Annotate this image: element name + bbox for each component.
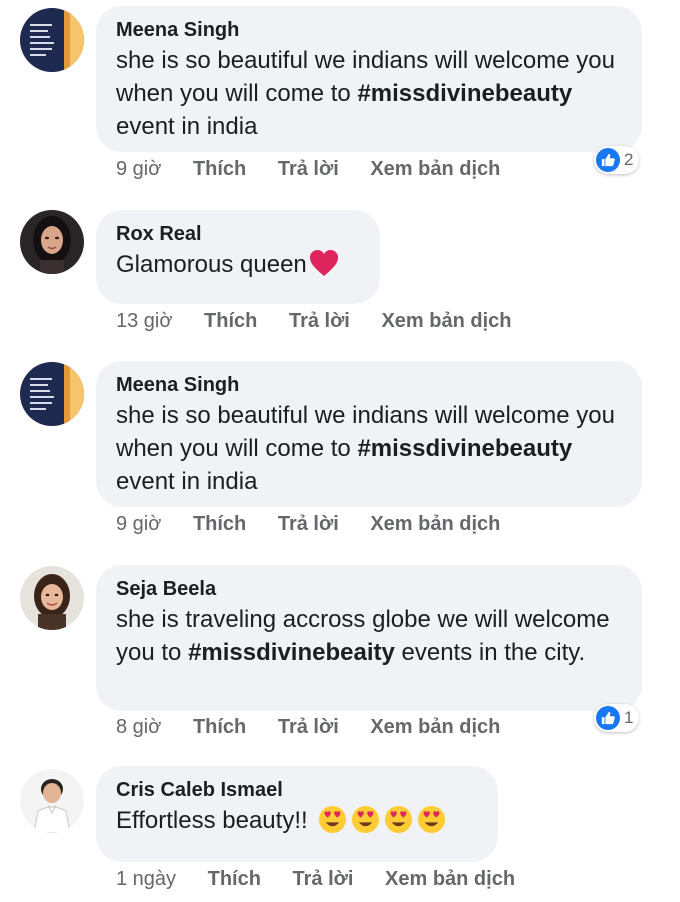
book-cover-avatar-icon — [20, 362, 84, 426]
like-reaction-icon — [596, 706, 620, 730]
avatar[interactable] — [20, 210, 84, 274]
comment-actions: 8 giờ Thích Trả lời Xem bản dịch — [116, 716, 526, 739]
comment-timestamp[interactable]: 8 giờ — [116, 716, 161, 738]
comment-author[interactable]: Meena Singh — [116, 373, 622, 397]
hashtag-link[interactable]: #missdivinebeaity — [188, 639, 395, 666]
heart-eyes-emoji-icon — [418, 805, 446, 834]
heart-eyes-emoji-icon — [385, 805, 413, 834]
comment-bubble: Seja Beela she is traveling accross glob… — [96, 565, 642, 711]
comment-bubble: Cris Caleb Ismael Effortless beauty!! — [96, 766, 498, 862]
comment-actions: 9 giờ Thích Trả lời Xem bản dịch — [116, 158, 526, 181]
comment-text-body: Effortless beauty!! — [116, 807, 308, 834]
comment-text: Glamorous queen — [116, 248, 360, 281]
book-cover-avatar-icon — [20, 8, 84, 72]
like-button[interactable]: Thích — [193, 158, 246, 180]
comment-text: she is so beautiful we indians will welc… — [116, 44, 622, 143]
translate-button[interactable]: Xem bản dịch — [370, 513, 500, 535]
reply-button[interactable]: Trả lời — [278, 513, 339, 535]
comment-author[interactable]: Seja Beela — [116, 577, 622, 601]
woman-dark-hair-avatar-icon — [20, 210, 84, 274]
like-button[interactable]: Thích — [193, 513, 246, 535]
comment-timestamp[interactable]: 1 ngày — [116, 868, 176, 890]
comment-text-tail: event in india — [116, 468, 258, 495]
translate-button[interactable]: Xem bản dịch — [370, 158, 500, 180]
comment-text: she is so beautiful we indians will welc… — [116, 399, 622, 498]
comment-timestamp[interactable]: 9 giờ — [116, 158, 161, 180]
reply-button[interactable]: Trả lời — [278, 158, 339, 180]
avatar[interactable] — [20, 362, 84, 426]
comment-actions: 9 giờ Thích Trả lời Xem bản dịch — [116, 513, 526, 536]
comment-bubble: Meena Singh she is so beautiful we india… — [96, 6, 642, 152]
hashtag-link[interactable]: #missdivinebeauty — [357, 80, 572, 107]
comment-text-tail: events in the city. — [394, 639, 586, 666]
comment-timestamp[interactable]: 9 giờ — [116, 513, 161, 535]
reaction-summary[interactable]: 2 — [594, 146, 640, 174]
like-button[interactable]: Thích — [208, 868, 261, 890]
comment-author[interactable]: Rox Real — [116, 222, 360, 246]
reply-button[interactable]: Trả lời — [293, 868, 354, 890]
heart-eyes-emoji-icon — [352, 805, 380, 834]
translate-button[interactable]: Xem bản dịch — [381, 310, 511, 332]
reply-button[interactable]: Trả lời — [278, 716, 339, 738]
man-white-shirt-avatar-icon — [20, 769, 84, 833]
translate-button[interactable]: Xem bản dịch — [385, 868, 515, 890]
woman-smiling-avatar-icon — [20, 566, 84, 630]
like-reaction-icon — [596, 148, 620, 172]
hashtag-link[interactable]: #missdivinebeauty — [357, 435, 572, 462]
red-heart-icon — [309, 250, 338, 276]
heart-eyes-emoji-icon — [319, 805, 347, 834]
comment-bubble: Rox Real Glamorous queen — [96, 210, 380, 304]
comment-author[interactable]: Cris Caleb Ismael — [116, 778, 478, 802]
reaction-count: 1 — [624, 708, 634, 727]
like-button[interactable]: Thích — [204, 310, 257, 332]
comment-actions: 1 ngày Thích Trả lời Xem bản dịch — [116, 868, 541, 891]
avatar[interactable] — [20, 769, 84, 833]
comment-text: Effortless beauty!! — [116, 804, 478, 837]
avatar[interactable] — [20, 566, 84, 630]
comment-text-body: Glamorous queen — [116, 251, 307, 278]
avatar[interactable] — [20, 8, 84, 72]
translate-button[interactable]: Xem bản dịch — [370, 716, 500, 738]
like-button[interactable]: Thích — [193, 716, 246, 738]
comment-text: she is traveling accross globe we will w… — [116, 603, 622, 669]
comment-author[interactable]: Meena Singh — [116, 18, 622, 42]
comment-bubble: Meena Singh she is so beautiful we india… — [96, 361, 642, 507]
comment-actions: 13 giờ Thích Trả lời Xem bản dịch — [116, 310, 537, 333]
comment-text-tail: event in india — [116, 113, 258, 140]
reply-button[interactable]: Trả lời — [289, 310, 350, 332]
reaction-summary[interactable]: 1 — [594, 704, 640, 732]
comment-timestamp[interactable]: 13 giờ — [116, 310, 172, 332]
reaction-count: 2 — [624, 150, 634, 169]
